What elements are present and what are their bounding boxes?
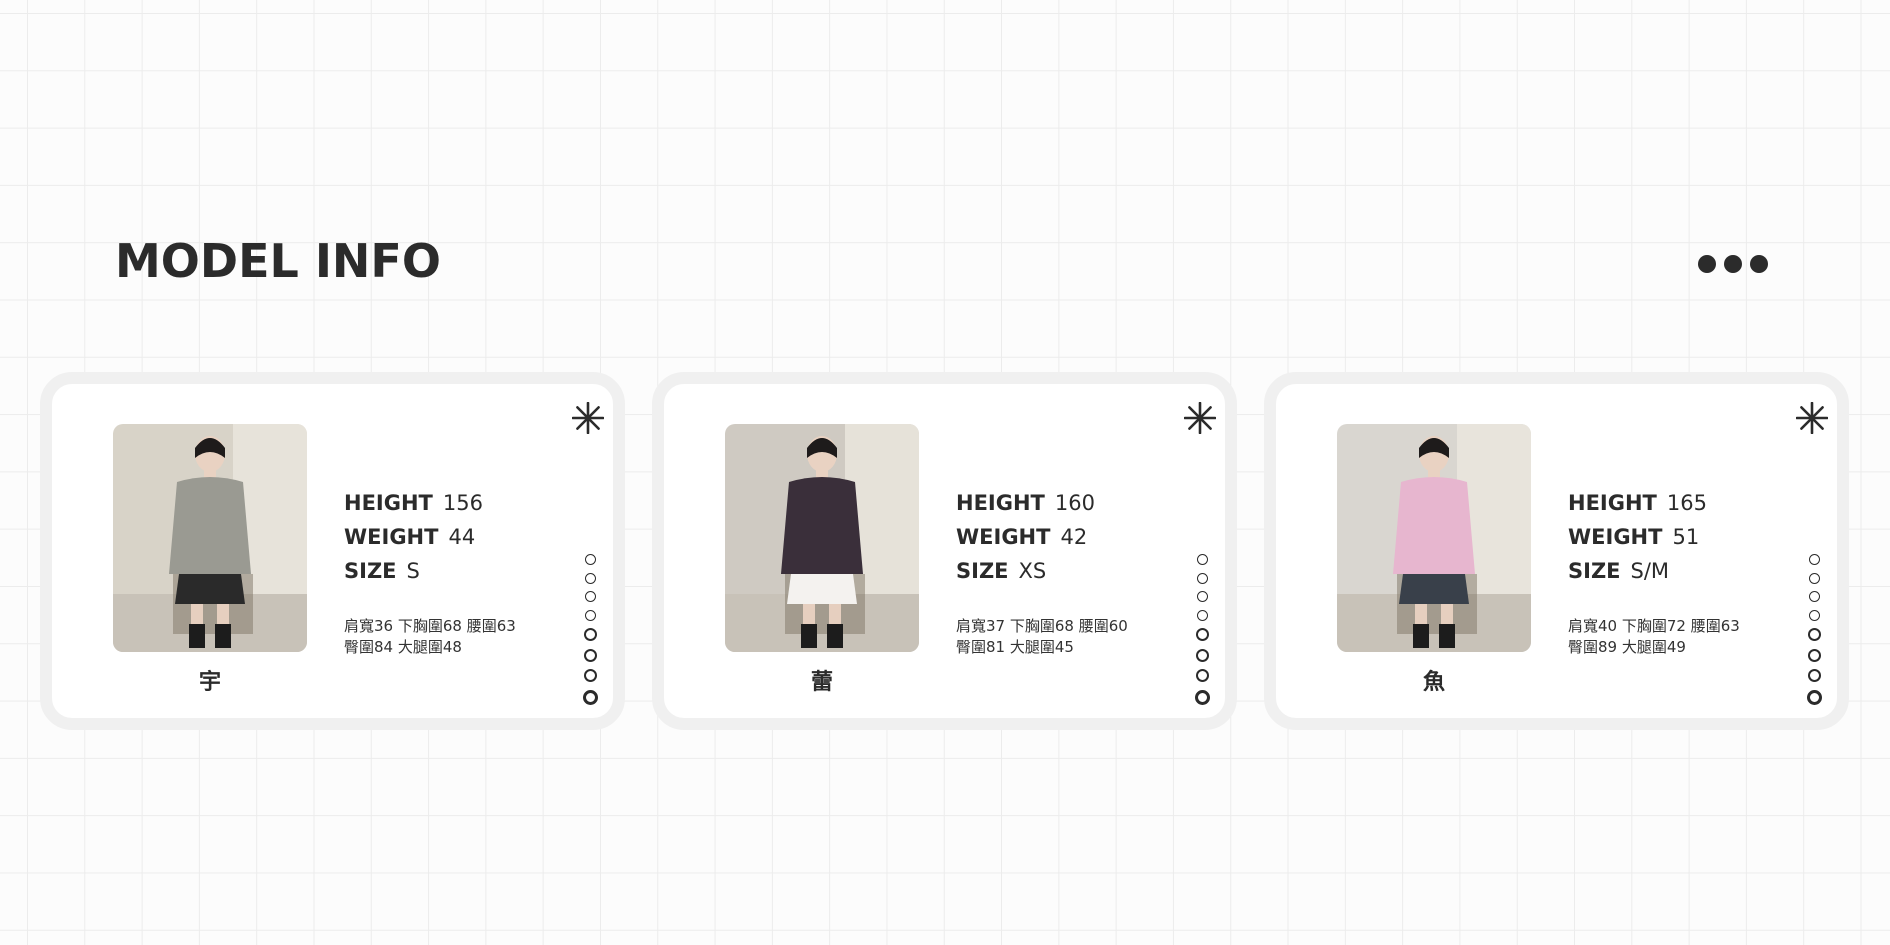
ring-dot-icon — [584, 554, 596, 565]
height-label: HEIGHT — [344, 491, 433, 515]
more-dots-icon — [1724, 255, 1742, 273]
ring-dot-icon — [584, 572, 596, 584]
ring-dot-icon — [584, 591, 596, 602]
measurement-line: 臀圍84 大腿圍48 — [344, 638, 462, 656]
ring-dot-icon — [583, 669, 597, 682]
ring-dot-icon — [1808, 572, 1820, 584]
ring-dot-icon — [1195, 669, 1209, 682]
ring-dots-decoration — [583, 554, 598, 712]
height-value: 156 — [442, 491, 483, 515]
height-value: 165 — [1666, 491, 1707, 515]
more-options-button[interactable] — [1698, 255, 1768, 273]
measurement-line: 肩寬36 下胸圍68 腰圍63 — [344, 617, 516, 635]
weight-label: WEIGHT — [956, 525, 1051, 549]
page-title: MODEL INFO — [115, 234, 441, 288]
weight-row: WEIGHT 51 — [1568, 525, 1707, 559]
model-stats: HEIGHT 165 WEIGHT 51 SIZE S/M — [1568, 491, 1707, 593]
height-value: 160 — [1054, 491, 1095, 515]
height-label: HEIGHT — [1568, 491, 1657, 515]
size-value: XS — [1018, 559, 1047, 583]
model-name: 宇 — [198, 670, 221, 695]
asterisk-star-icon — [1184, 402, 1216, 434]
height-row: HEIGHT 165 — [1568, 491, 1707, 525]
ring-dot-icon — [1196, 591, 1208, 602]
body-measurements: 肩寬37 下胸圍68 腰圍60 臀圍81 大腿圍45 — [956, 616, 1128, 658]
size-label: SIZE — [1568, 559, 1621, 583]
model-card: 蕾 HEIGHT 160 WEIGHT 42 SIZE XS 肩寬37 下胸圍6… — [652, 372, 1237, 730]
model-card: 宇 HEIGHT 156 WEIGHT 44 SIZE S 肩寬36 下胸圍68… — [40, 372, 625, 730]
ring-dot-icon — [583, 689, 598, 705]
height-row: HEIGHT 160 — [956, 491, 1095, 525]
more-dots-icon — [1698, 255, 1716, 273]
weight-row: WEIGHT 42 — [956, 525, 1095, 559]
weight-value: 51 — [1672, 525, 1700, 549]
ring-dot-icon — [1195, 648, 1209, 662]
size-value: S — [406, 559, 420, 583]
ring-dot-icon — [584, 609, 596, 621]
model-card: 魚 HEIGHT 165 WEIGHT 51 SIZE S/M 肩寬40 下胸圍… — [1264, 372, 1849, 730]
model-photo — [725, 424, 919, 652]
size-value: S/M — [1630, 559, 1670, 583]
size-label: SIZE — [344, 559, 397, 583]
measurement-line: 臀圍81 大腿圍45 — [956, 638, 1074, 656]
measurement-line: 肩寬37 下胸圍68 腰圍60 — [956, 617, 1128, 635]
height-label: HEIGHT — [956, 491, 1045, 515]
body-measurements: 肩寬40 下胸圍72 腰圍63 臀圍89 大腿圍49 — [1568, 616, 1740, 658]
weight-value: 44 — [448, 525, 476, 549]
model-stats: HEIGHT 160 WEIGHT 42 SIZE XS — [956, 491, 1095, 593]
ring-dots-decoration — [1807, 554, 1822, 712]
model-name: 魚 — [1422, 670, 1445, 695]
weight-label: WEIGHT — [1568, 525, 1663, 549]
ring-dot-icon — [1807, 689, 1822, 705]
asterisk-star-icon — [572, 402, 604, 434]
ring-dot-icon — [1196, 572, 1208, 584]
ring-dot-icon — [1808, 609, 1820, 621]
size-row: SIZE S — [344, 559, 483, 593]
height-row: HEIGHT 156 — [344, 491, 483, 525]
body-measurements: 肩寬36 下胸圍68 腰圍63 臀圍84 大腿圍48 — [344, 616, 516, 658]
size-row: SIZE S/M — [1568, 559, 1707, 593]
model-photo — [113, 424, 307, 652]
measurement-line: 肩寬40 下胸圍72 腰圍63 — [1568, 617, 1740, 635]
ring-dot-icon — [1196, 609, 1208, 621]
model-photo — [1337, 424, 1531, 652]
ring-dot-icon — [1807, 628, 1821, 641]
weight-label: WEIGHT — [344, 525, 439, 549]
model-stats: HEIGHT 156 WEIGHT 44 SIZE S — [344, 491, 483, 593]
ring-dot-icon — [1195, 628, 1209, 641]
ring-dot-icon — [1807, 648, 1821, 662]
ring-dot-icon — [1807, 669, 1821, 682]
size-row: SIZE XS — [956, 559, 1095, 593]
weight-value: 42 — [1060, 525, 1088, 549]
ring-dot-icon — [1808, 591, 1820, 602]
ring-dot-icon — [1195, 689, 1210, 705]
size-label: SIZE — [956, 559, 1009, 583]
ring-dots-decoration — [1195, 554, 1210, 712]
ring-dot-icon — [1196, 554, 1208, 565]
weight-row: WEIGHT 44 — [344, 525, 483, 559]
more-dots-icon — [1750, 255, 1768, 273]
measurement-line: 臀圍89 大腿圍49 — [1568, 638, 1686, 656]
ring-dot-icon — [1808, 554, 1820, 565]
asterisk-star-icon — [1796, 402, 1828, 434]
ring-dot-icon — [583, 648, 597, 662]
model-name: 蕾 — [810, 670, 833, 695]
ring-dot-icon — [583, 628, 597, 641]
